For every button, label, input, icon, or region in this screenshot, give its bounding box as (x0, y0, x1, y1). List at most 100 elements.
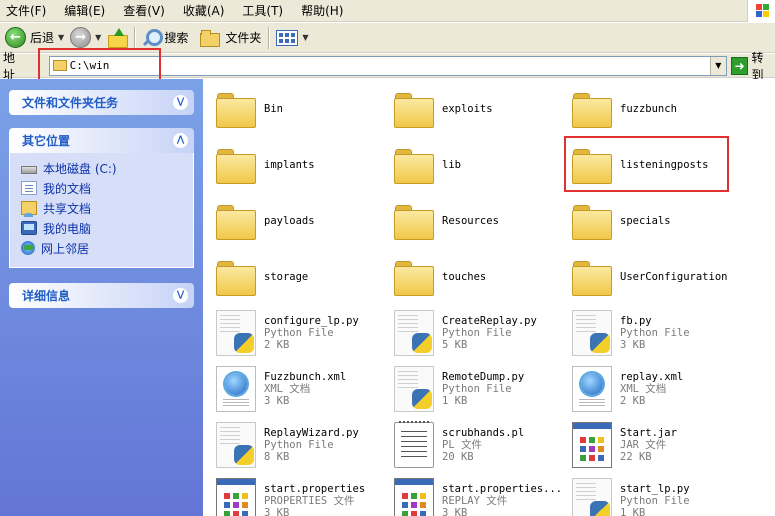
folder-item[interactable]: fuzzbunch (572, 83, 677, 135)
back-arrow-icon: ← (5, 27, 26, 48)
search-button[interactable]: 搜索 (139, 25, 191, 51)
python-file-icon (216, 310, 256, 356)
toolbar-separator (134, 26, 136, 49)
file-item[interactable]: Fuzzbunch.xml XML 文档 3 KB (216, 363, 346, 415)
python-file-icon (572, 310, 612, 356)
file-item[interactable]: RemoteDump.py Python File 1 KB (394, 363, 524, 415)
folder-item[interactable]: Bin (216, 83, 283, 135)
folder-item[interactable]: UserConfiguration (572, 251, 727, 303)
folder-name: storage (264, 271, 309, 283)
file-item[interactable]: replay.xml XML 文档 2 KB (572, 363, 683, 415)
search-icon (142, 28, 164, 47)
file-type: Python File (442, 383, 512, 395)
other-places-title: 其它位置 (22, 134, 71, 148)
folder-icon (572, 259, 612, 296)
file-item[interactable]: fb.py Python File 3 KB (572, 307, 690, 359)
task-pane: 文件和文件夹任务 ⋁ 其它位置 ⋀ 本地磁盘 (C:) 我的文档 共享文档 我的… (0, 79, 203, 516)
file-size: 20 KB (442, 451, 474, 463)
menu-view[interactable]: 查看(V) (114, 1, 174, 21)
network-icon (21, 241, 35, 255)
place-network[interactable]: 网上邻居 (21, 238, 193, 258)
folder-item[interactable]: exploits (394, 83, 493, 135)
file-info: replay.xml XML 文档 2 KB (620, 371, 683, 407)
back-button[interactable]: ← 后退 ▼ (2, 25, 67, 51)
file-name: fb.py (620, 315, 652, 327)
details-header[interactable]: 详细信息 ⋁ (9, 283, 194, 308)
folder-item[interactable]: payloads (216, 195, 315, 247)
folder-name: Resources (442, 215, 499, 227)
folder-item[interactable]: implants (216, 139, 315, 191)
python-file-icon (394, 366, 434, 412)
expand-icon[interactable]: ⋁ (173, 288, 188, 303)
file-folder-tasks-header[interactable]: 文件和文件夹任务 ⋁ (9, 90, 194, 115)
back-dropdown-icon[interactable]: ▼ (58, 33, 64, 42)
folder-item[interactable]: specials (572, 195, 671, 247)
folder-item[interactable]: Resources (394, 195, 499, 247)
folder-icon (216, 203, 256, 240)
other-places-list: 本地磁盘 (C:) 我的文档 共享文档 我的电脑 网上邻居 (9, 153, 194, 268)
menu-help[interactable]: 帮助(H) (292, 1, 352, 21)
search-label: 搜索 (164, 31, 189, 45)
file-item[interactable]: start.properties... REPLAY 文件 3 KB (394, 475, 562, 516)
replay-file-icon (394, 478, 434, 516)
place-my-documents[interactable]: 我的文档 (21, 178, 193, 198)
file-size: 3 KB (264, 395, 290, 407)
expand-icon[interactable]: ⋁ (173, 95, 188, 110)
menu-favorites[interactable]: 收藏(A) (174, 1, 234, 21)
folder-name: exploits (442, 103, 493, 115)
menu-file[interactable]: 文件(F) (0, 1, 55, 21)
file-size: 1 KB (620, 507, 646, 516)
forward-button[interactable]: → ▼ (67, 25, 104, 51)
other-places-header[interactable]: 其它位置 ⋀ (9, 128, 194, 153)
jar-file-icon (572, 422, 612, 468)
folder-name: Bin (264, 103, 283, 115)
file-type: Python File (264, 327, 334, 339)
python-file-icon (216, 422, 256, 468)
place-label: 共享文档 (43, 201, 92, 216)
address-dropdown-icon[interactable]: ▼ (709, 56, 726, 75)
views-button[interactable]: ▼ (273, 25, 311, 51)
file-item[interactable]: start_lp.py Python File 1 KB (572, 475, 690, 516)
file-type: Python File (264, 439, 334, 451)
folder-icon (394, 259, 434, 296)
folder-icon (572, 91, 612, 128)
folders-button[interactable]: 文件夹 (197, 25, 264, 51)
listeningposts-highlight-box (564, 136, 729, 192)
file-type: XML 文档 (620, 383, 667, 395)
folder-item[interactable]: storage (216, 251, 308, 303)
details-title: 详细信息 (22, 289, 71, 303)
file-item[interactable]: configure_lp.py Python File 2 KB (216, 307, 359, 359)
menu-edit[interactable]: 编辑(E) (55, 1, 114, 21)
file-item[interactable]: CreateReplay.py Python File 5 KB (394, 307, 537, 359)
go-label: 转到 (751, 50, 764, 82)
place-local-disk[interactable]: 本地磁盘 (C:) (21, 158, 193, 178)
file-type: Python File (620, 327, 690, 339)
forward-dropdown-icon[interactable]: ▼ (95, 33, 101, 42)
file-size: 3 KB (442, 507, 468, 516)
file-name: RemoteDump.py (442, 371, 525, 383)
file-info: start.properties PROPERTIES 文件 3 KB (264, 483, 365, 516)
go-button[interactable]: ➜ 转到 (730, 49, 775, 83)
folder-name: payloads (264, 215, 315, 227)
file-info: scrubhands.pl PL 文件 20 KB (442, 427, 524, 463)
file-name: start.properties... (442, 483, 563, 495)
file-type: XML 文档 (264, 383, 311, 395)
collapse-icon[interactable]: ⋀ (173, 133, 188, 148)
place-shared-documents[interactable]: 共享文档 (21, 198, 193, 218)
file-info: Fuzzbunch.xml XML 文档 3 KB (264, 371, 346, 407)
file-info: start_lp.py Python File 1 KB (620, 483, 690, 516)
file-type: PL 文件 (442, 439, 482, 451)
folder-item[interactable]: touches (394, 251, 486, 303)
file-item[interactable]: scrubhands.pl PL 文件 20 KB (394, 419, 524, 471)
place-my-computer[interactable]: 我的电脑 (21, 218, 193, 238)
address-label: 地址 (3, 50, 16, 82)
menu-tools[interactable]: 工具(T) (233, 1, 292, 21)
folder-item[interactable]: lib (394, 139, 461, 191)
file-item[interactable]: ReplayWizard.py Python File 8 KB (216, 419, 359, 471)
file-item[interactable]: Start.jar JAR 文件 22 KB (572, 419, 677, 471)
file-size: 22 KB (620, 451, 652, 463)
file-info: Start.jar JAR 文件 22 KB (620, 427, 677, 463)
views-icon (276, 29, 299, 46)
up-folder-button[interactable] (104, 25, 130, 51)
file-item[interactable]: start.properties PROPERTIES 文件 3 KB (216, 475, 365, 516)
